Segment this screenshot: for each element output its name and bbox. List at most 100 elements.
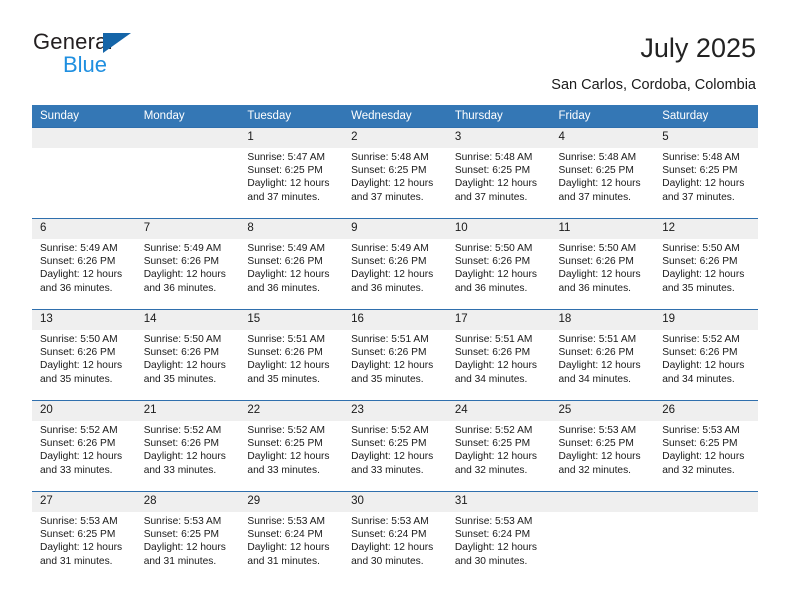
day-cell[interactable]: 6 Sunrise: 5:49 AM Sunset: 6:26 PM Dayli… [32,218,136,310]
daylight-line-2: and 32 minutes. [454,464,528,476]
day-number: 14 [135,310,240,330]
day-details: Sunrise: 5:53 AM Sunset: 6:24 PM Dayligh… [447,512,551,568]
day-details: Sunrise: 5:50 AM Sunset: 6:26 PM Dayligh… [32,330,136,386]
day-cell[interactable]: 1 Sunrise: 5:47 AM Sunset: 6:25 PM Dayli… [239,127,344,219]
day-cell[interactable]: 3 Sunrise: 5:48 AM Sunset: 6:25 PM Dayli… [446,127,551,219]
day-cell[interactable]: 9 Sunrise: 5:49 AM Sunset: 6:26 PM Dayli… [343,218,447,310]
calendar-week-row: 1 Sunrise: 5:47 AM Sunset: 6:25 PM Dayli… [32,127,758,219]
day-cell[interactable]: 11 Sunrise: 5:50 AM Sunset: 6:26 PM Dayl… [550,218,655,310]
sunrise-line: Sunrise: 5:50 AM [558,243,637,254]
day-cell[interactable] [654,491,758,582]
day-cell[interactable]: 4 Sunrise: 5:48 AM Sunset: 6:25 PM Dayli… [550,127,655,219]
daylight-line-2: and 36 minutes. [247,282,320,294]
daylight-line-2: and 32 minutes. [662,464,735,476]
day-cell[interactable]: 22 Sunrise: 5:52 AM Sunset: 6:25 PM Dayl… [239,400,344,492]
day-number: 22 [239,401,344,421]
day-cell[interactable]: 7 Sunrise: 5:49 AM Sunset: 6:26 PM Dayli… [135,218,240,310]
day-cell[interactable]: 23 Sunrise: 5:52 AM Sunset: 6:25 PM Dayl… [343,400,447,492]
day-details: Sunrise: 5:51 AM Sunset: 6:26 PM Dayligh… [551,330,655,386]
day-details: Sunrise: 5:50 AM Sunset: 6:26 PM Dayligh… [447,239,551,295]
day-cell[interactable]: 5 Sunrise: 5:48 AM Sunset: 6:25 PM Dayli… [654,127,758,219]
day-cell[interactable]: 20 Sunrise: 5:52 AM Sunset: 6:26 PM Dayl… [32,400,136,492]
day-cell[interactable]: 26 Sunrise: 5:53 AM Sunset: 6:25 PM Dayl… [654,400,758,492]
day-details: Sunrise: 5:52 AM Sunset: 6:26 PM Dayligh… [654,330,758,386]
day-cell[interactable] [550,491,655,582]
day-cell[interactable]: 16 Sunrise: 5:51 AM Sunset: 6:26 PM Dayl… [343,309,447,401]
day-details: Sunrise: 5:49 AM Sunset: 6:26 PM Dayligh… [343,239,447,295]
sunset-line: Sunset: 6:25 PM [454,165,531,177]
day-cell[interactable]: 18 Sunrise: 5:51 AM Sunset: 6:26 PM Dayl… [550,309,655,401]
daylight-line-2: and 34 minutes. [558,373,632,385]
day-cell[interactable]: 17 Sunrise: 5:51 AM Sunset: 6:26 PM Dayl… [446,309,551,401]
day-cell[interactable]: 14 Sunrise: 5:50 AM Sunset: 6:26 PM Dayl… [135,309,240,401]
day-cell[interactable]: 21 Sunrise: 5:52 AM Sunset: 6:26 PM Dayl… [135,400,240,492]
sunset-line: Sunset: 6:26 PM [143,438,220,450]
daylight-line-2: and 35 minutes. [143,373,217,385]
weekday-header-thursday: Thursday [446,105,551,128]
day-details: Sunrise: 5:49 AM Sunset: 6:26 PM Dayligh… [32,239,136,295]
day-cell[interactable]: 31 Sunrise: 5:53 AM Sunset: 6:24 PM Dayl… [446,491,551,582]
day-details: Sunrise: 5:53 AM Sunset: 6:25 PM Dayligh… [654,421,758,477]
day-cell[interactable]: 25 Sunrise: 5:53 AM Sunset: 6:25 PM Dayl… [550,400,655,492]
day-details: Sunrise: 5:49 AM Sunset: 6:26 PM Dayligh… [239,239,343,295]
sunset-line: Sunset: 6:26 PM [351,347,427,359]
daylight-line-1: Daylight: 12 hours [662,451,745,463]
daylight-line-2: and 31 minutes. [40,555,113,567]
day-details [32,148,136,151]
day-cell[interactable]: 13 Sunrise: 5:50 AM Sunset: 6:26 PM Dayl… [32,309,136,401]
sunrise-line: Sunrise: 5:51 AM [558,334,637,345]
daylight-line-1: Daylight: 12 hours [351,269,434,281]
day-cell[interactable] [32,127,136,219]
day-details: Sunrise: 5:48 AM Sunset: 6:25 PM Dayligh… [343,148,447,204]
day-cell[interactable] [135,127,240,219]
sunrise-line: Sunrise: 5:53 AM [351,516,429,527]
day-cell[interactable]: 10 Sunrise: 5:50 AM Sunset: 6:26 PM Dayl… [446,218,551,310]
day-details: Sunrise: 5:53 AM Sunset: 6:24 PM Dayligh… [239,512,343,568]
calendar-week-row: 20 Sunrise: 5:52 AM Sunset: 6:26 PM Dayl… [32,400,758,492]
day-details: Sunrise: 5:52 AM Sunset: 6:25 PM Dayligh… [447,421,551,477]
day-number: 26 [654,401,758,421]
daylight-line-1: Daylight: 12 hours [351,178,434,190]
calendar-week-row: 13 Sunrise: 5:50 AM Sunset: 6:26 PM Dayl… [32,309,758,401]
sunrise-line: Sunrise: 5:49 AM [40,243,118,254]
day-number [550,492,655,512]
daylight-line-1: Daylight: 12 hours [454,360,537,372]
sunset-line: Sunset: 6:26 PM [351,256,427,268]
day-details: Sunrise: 5:50 AM Sunset: 6:26 PM Dayligh… [136,330,240,386]
day-cell[interactable]: 19 Sunrise: 5:52 AM Sunset: 6:26 PM Dayl… [654,309,758,401]
daylight-line-1: Daylight: 12 hours [351,451,434,463]
day-number [32,128,136,148]
sunrise-line: Sunrise: 5:52 AM [662,334,740,345]
day-number: 25 [550,401,655,421]
sunrise-line: Sunrise: 5:48 AM [454,152,533,163]
sunrise-line: Sunrise: 5:52 AM [247,425,325,436]
sunrise-line: Sunrise: 5:53 AM [662,425,740,436]
sunset-line: Sunset: 6:26 PM [454,256,531,268]
day-cell[interactable]: 2 Sunrise: 5:48 AM Sunset: 6:25 PM Dayli… [343,127,447,219]
day-cell[interactable]: 15 Sunrise: 5:51 AM Sunset: 6:26 PM Dayl… [239,309,344,401]
day-cell[interactable]: 30 Sunrise: 5:53 AM Sunset: 6:24 PM Dayl… [343,491,447,582]
day-number: 5 [654,128,758,148]
day-cell[interactable]: 8 Sunrise: 5:49 AM Sunset: 6:26 PM Dayli… [239,218,344,310]
weekday-header-monday: Monday [135,105,240,128]
sunset-line: Sunset: 6:25 PM [662,438,738,450]
day-number: 4 [550,128,655,148]
sunset-line: Sunset: 6:26 PM [40,438,116,450]
day-cell[interactable]: 24 Sunrise: 5:52 AM Sunset: 6:25 PM Dayl… [446,400,551,492]
daylight-line-2: and 30 minutes. [351,555,424,567]
day-cell[interactable]: 28 Sunrise: 5:53 AM Sunset: 6:25 PM Dayl… [135,491,240,582]
day-cell[interactable]: 27 Sunrise: 5:53 AM Sunset: 6:25 PM Dayl… [32,491,136,582]
day-number: 31 [446,492,551,512]
sunrise-line: Sunrise: 5:53 AM [40,516,118,527]
calendar-week-row: 6 Sunrise: 5:49 AM Sunset: 6:26 PM Dayli… [32,218,758,310]
day-number: 19 [654,310,758,330]
day-cell[interactable]: 29 Sunrise: 5:53 AM Sunset: 6:24 PM Dayl… [239,491,344,582]
sunset-line: Sunset: 6:26 PM [558,256,634,268]
sunset-line: Sunset: 6:25 PM [558,165,634,177]
daylight-line-1: Daylight: 12 hours [454,269,537,281]
day-details: Sunrise: 5:53 AM Sunset: 6:24 PM Dayligh… [343,512,447,568]
day-cell[interactable]: 12 Sunrise: 5:50 AM Sunset: 6:26 PM Dayl… [654,218,758,310]
day-number: 30 [343,492,447,512]
daylight-line-2: and 35 minutes. [247,373,320,385]
day-number: 2 [343,128,447,148]
